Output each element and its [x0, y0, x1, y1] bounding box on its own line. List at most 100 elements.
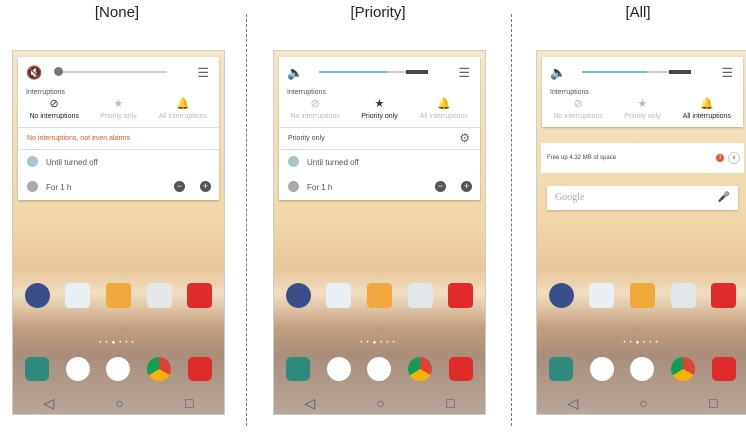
apps-folder-icon[interactable]: [23, 283, 51, 308]
interruptions-label: Interruptions: [26, 89, 65, 96]
minus-icon[interactable]: −: [174, 181, 185, 192]
plus-icon[interactable]: +: [461, 181, 472, 192]
radio-until-turned-off[interactable]: Until turned off: [18, 149, 219, 175]
page-indicator: ••●•••: [360, 340, 399, 346]
back-icon[interactable]: ◁: [568, 395, 579, 412]
sliders-settings-icon[interactable]: ☰: [197, 65, 209, 81]
interruption-options: ⊘ No interruptions ★ Priority only 🔔 All in…: [279, 96, 480, 127]
plus-icon[interactable]: +: [200, 181, 211, 192]
chrome-icon[interactable]: [147, 357, 172, 381]
radio-until-turned-off[interactable]: Until turned off: [279, 149, 480, 175]
email-icon[interactable]: [628, 283, 656, 308]
camera-icon[interactable]: [406, 283, 434, 308]
contacts-icon[interactable]: [65, 357, 90, 381]
radio-selected[interactable]: [288, 156, 299, 167]
option-priority-only[interactable]: ★ Priority only: [88, 98, 148, 121]
home-apps-row: [17, 283, 220, 308]
recents-icon[interactable]: □: [185, 395, 193, 412]
home-icon[interactable]: ○: [115, 395, 123, 412]
radio-selected[interactable]: [27, 156, 38, 167]
phone-icon[interactable]: [25, 357, 50, 381]
camera-icon[interactable]: [669, 283, 697, 308]
sliders-settings-icon[interactable]: ☰: [458, 65, 470, 81]
interruptions-label: Interruptions: [550, 89, 589, 96]
volume-slider[interactable]: [54, 67, 167, 76]
email-icon[interactable]: [365, 283, 393, 308]
home-icon[interactable]: ○: [376, 395, 384, 412]
recents-icon[interactable]: □: [446, 395, 454, 412]
page-indicator: ••●•••: [99, 340, 138, 346]
radio-unselected[interactable]: [27, 181, 38, 192]
phone-screen-priority: 🔈 ☰ Interruptions ⊘ No interruptions ★ Pri…: [273, 50, 486, 415]
no-interruptions-note: No interruptions, not even alarms: [18, 127, 219, 149]
gear-icon[interactable]: ⚙: [459, 131, 470, 145]
bell-icon: 🔔: [175, 98, 190, 110]
recents-icon[interactable]: □: [709, 395, 717, 412]
volume-slider[interactable]: [319, 70, 428, 74]
play-store-icon[interactable]: [588, 283, 616, 308]
messaging-icon[interactable]: [711, 357, 736, 381]
google-search-bar[interactable]: Google 🎤: [547, 186, 738, 210]
radio-unselected[interactable]: [288, 181, 299, 192]
microphone-icon[interactable]: 🎤: [718, 186, 730, 210]
option-no-interruptions[interactable]: ⊘ No interruptions: [285, 98, 345, 121]
phone-icon[interactable]: [286, 357, 311, 381]
interruption-options: ⊘ No interruptions ★ Priority only 🔔 All in…: [18, 96, 219, 127]
option-all-interruptions[interactable]: 🔔 All interruptions: [414, 98, 474, 121]
contacts-icon[interactable]: [326, 357, 351, 381]
muted-speaker-icon[interactable]: 🔇: [26, 65, 42, 81]
nav-bar: ◁ ○ □: [274, 395, 485, 412]
radio-for-1h[interactable]: For 1 h − +: [279, 175, 480, 200]
apps-drawer-icon[interactable]: [630, 357, 655, 381]
storage-notification[interactable]: Free up 4.32 MB of space 3 ∨: [541, 143, 744, 173]
home-apps-row: [278, 283, 481, 308]
bell-icon: 🔔: [436, 98, 451, 110]
back-icon[interactable]: ◁: [305, 395, 316, 412]
speaker-icon[interactable]: 🔈: [550, 65, 566, 81]
apps-drawer-icon[interactable]: [367, 357, 392, 381]
messaging-icon[interactable]: [187, 357, 212, 381]
option-priority-only[interactable]: ★ Priority only: [612, 99, 672, 121]
contacts-icon[interactable]: [589, 357, 614, 381]
dock: [278, 357, 481, 381]
volume-row: 🔇 ☰: [18, 57, 219, 87]
play-store-icon[interactable]: [325, 283, 353, 308]
home-apps-row: [541, 283, 744, 308]
apps-folder-icon[interactable]: [547, 283, 575, 308]
priority-only-header: Priority only ⚙: [279, 127, 480, 149]
chrome-icon[interactable]: [671, 357, 696, 381]
messaging-icon[interactable]: [448, 357, 473, 381]
play-store-icon[interactable]: [64, 283, 92, 308]
email-icon[interactable]: [104, 283, 132, 308]
nav-bar: ◁ ○ □: [537, 395, 746, 412]
option-all-interruptions[interactable]: 🔔 All interruptions: [153, 98, 213, 121]
option-no-interruptions[interactable]: ⊘ No interruptions: [24, 99, 84, 121]
minus-icon[interactable]: −: [435, 181, 446, 192]
chrome-icon[interactable]: [408, 357, 433, 381]
voicemail-icon[interactable]: [447, 283, 475, 308]
chevron-down-icon[interactable]: ∨: [728, 152, 740, 164]
no-entry-icon: ⊘: [310, 98, 320, 110]
dashed-divider: [511, 14, 512, 426]
home-icon[interactable]: ○: [639, 395, 647, 412]
no-entry-icon: ⊘: [573, 98, 583, 110]
voicemail-icon[interactable]: [186, 283, 214, 308]
option-no-interruptions[interactable]: ⊘ No interruptions: [548, 98, 608, 121]
voicemail-icon[interactable]: [710, 283, 738, 308]
speaker-icon[interactable]: 🔈: [287, 65, 303, 81]
volume-slider[interactable]: [582, 70, 691, 74]
notification-badge: 3: [716, 154, 724, 162]
star-icon: ★: [113, 98, 124, 110]
sliders-settings-icon[interactable]: ☰: [721, 65, 733, 81]
radio-for-1h[interactable]: For 1 h − +: [18, 175, 219, 200]
interruptions-label: Interruptions: [287, 89, 326, 96]
option-priority-only[interactable]: ★ Priority only: [349, 98, 409, 121]
apps-folder-icon[interactable]: [284, 283, 312, 308]
option-all-interruptions[interactable]: 🔔 All interruptions: [677, 99, 737, 121]
volume-thumb[interactable]: [54, 67, 63, 76]
phone-icon[interactable]: [549, 357, 574, 381]
star-icon: ★: [374, 98, 385, 110]
camera-icon[interactable]: [145, 283, 173, 308]
apps-drawer-icon[interactable]: [106, 357, 131, 381]
back-icon[interactable]: ◁: [44, 395, 55, 412]
